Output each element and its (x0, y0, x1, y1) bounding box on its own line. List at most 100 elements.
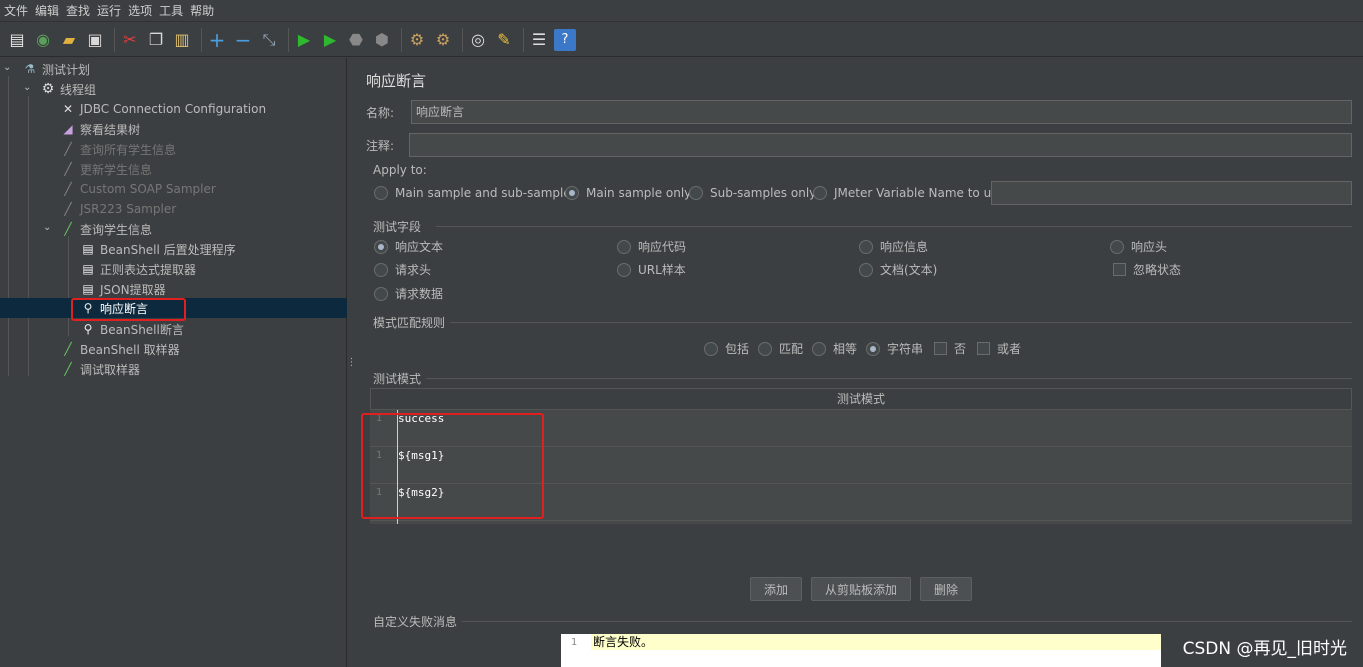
shutdown-icon[interactable]: ⬢ (371, 29, 393, 51)
radio-label: 请求头 (395, 263, 432, 277)
clear-all-icon[interactable]: ⚙ (432, 29, 454, 51)
field-request-headers-radio[interactable]: 请求头 (374, 261, 431, 278)
chevron-down-icon[interactable]: ⌄ (3, 62, 11, 73)
radio-label: 相等 (833, 342, 858, 356)
drag-handle-icon: ⋮ (346, 356, 357, 368)
function-helper-icon[interactable]: ☰ (528, 29, 550, 51)
tree-label: 测试计划 (42, 62, 91, 77)
field-url-sample-radio[interactable]: URL样本 (617, 261, 686, 278)
chevron-down-icon[interactable]: ⌄ (43, 222, 51, 233)
failure-message-editor[interactable]: 1 断言失败。 (561, 634, 1161, 667)
magnifier-icon: ⚲ (83, 322, 93, 336)
rule-or-checkbox[interactable]: 或者 (977, 340, 1021, 357)
tree-node-beanshell-postprocessor[interactable]: ▤ BeanShell 后置处理程序 (80, 239, 235, 259)
radio-label: 请求数据 (395, 287, 444, 301)
start-no-pause-icon[interactable]: ▶ (319, 29, 341, 51)
tree-node-jdbc-config[interactable]: ✕ JDBC Connection Configuration (60, 99, 266, 119)
new-icon[interactable]: ▤ (6, 29, 28, 51)
panel-splitter[interactable]: ⋮ (346, 58, 357, 667)
tree-node-regex-extractor[interactable]: ▤ 正则表达式提取器 (80, 259, 196, 279)
ignore-status-checkbox[interactable]: 忽略状态 (1113, 261, 1181, 278)
group-divider (450, 322, 1352, 323)
cut-icon[interactable]: ✂ (119, 29, 141, 51)
field-response-headers-radio[interactable]: 响应头 (1110, 238, 1167, 255)
rule-contains-radio[interactable]: 包括 (704, 340, 749, 357)
open-icon[interactable]: ▰ (58, 29, 80, 51)
tree-node-thread-group[interactable]: ⚙ 线程组 (40, 79, 96, 99)
menu-tools[interactable]: 工具 (159, 2, 183, 19)
reset-search-icon[interactable]: ✎ (493, 29, 515, 51)
tree-node-update-student[interactable]: ╱ 更新学生信息 (60, 159, 152, 179)
radio-circle (758, 341, 772, 356)
comment-field[interactable] (409, 133, 1352, 157)
tree-node-custom-soap-sampler[interactable]: ╱ Custom SOAP Sampler (60, 179, 215, 199)
chevron-down-icon[interactable]: ⌄ (23, 82, 31, 93)
field-request-data-radio[interactable]: 请求数据 (374, 285, 443, 302)
stop-icon[interactable]: ⬣ (345, 29, 367, 51)
patterns-table-header[interactable]: 测试模式 (370, 388, 1352, 410)
tree-node-beanshell-sampler[interactable]: ╱ BeanShell 取样器 (60, 339, 179, 359)
radio-label: 响应文本 (395, 240, 444, 254)
menu-options[interactable]: 选项 (128, 2, 152, 19)
delete-button[interactable]: 删除 (920, 577, 972, 601)
name-label: 名称: (366, 106, 395, 120)
start-icon[interactable]: ▶ (293, 29, 315, 51)
toggle-icon[interactable]: ⤡ (258, 29, 280, 51)
tree-node-test-plan[interactable]: ⚗ 测试计划 (22, 59, 90, 79)
tree-node-jsr223-sampler[interactable]: ╱ JSR223 Sampler (60, 199, 176, 219)
menu-help[interactable]: 帮助 (190, 2, 214, 19)
paste-icon[interactable]: ▥ (171, 29, 193, 51)
radio-circle (617, 262, 631, 277)
highlight-box-tree-selection (71, 298, 186, 321)
tree-label: JSON提取器 (100, 282, 166, 297)
match-rules-title: 模式匹配规则 (373, 316, 446, 330)
templates-icon[interactable]: ◉ (32, 29, 54, 51)
add-from-clipboard-button[interactable]: 从剪贴板添加 (811, 577, 911, 601)
variable-name-field[interactable] (991, 181, 1352, 205)
field-response-text-radio[interactable]: 响应文本 (374, 238, 443, 255)
field-document-radio[interactable]: 文档(文本) (859, 261, 937, 278)
name-field[interactable]: 响应断言 (411, 100, 1352, 124)
comment-label: 注释: (366, 139, 395, 153)
collapse-icon[interactable]: − (232, 28, 254, 52)
apply-sub-only-radio[interactable]: Sub-samples only (689, 186, 816, 200)
menu-file[interactable]: 文件 (4, 2, 28, 19)
radio-circle (866, 341, 880, 356)
radio-circle (704, 341, 718, 356)
help-icon[interactable]: ? (554, 28, 576, 51)
apply-main-and-sub-radio[interactable]: Main sample and sub-samples (374, 186, 577, 200)
menu-run[interactable]: 运行 (97, 2, 121, 19)
save-icon[interactable]: ▣ (84, 29, 106, 51)
tree-node-json-extractor[interactable]: ▤ JSON提取器 (80, 279, 166, 299)
field-response-message-radio[interactable]: 响应信息 (859, 238, 928, 255)
radio-circle (374, 186, 388, 200)
field-response-code-radio[interactable]: 响应代码 (617, 238, 686, 255)
rule-not-checkbox[interactable]: 否 (934, 340, 966, 357)
checkbox-box (934, 342, 947, 355)
tree-node-query-student[interactable]: ╱ 查询学生信息 (60, 219, 152, 239)
group-divider (426, 378, 1352, 379)
tree-node-beanshell-assertion[interactable]: ⚲ BeanShell断言 (80, 319, 184, 339)
apply-variable-radio[interactable]: JMeter Variable Name to use (813, 186, 1005, 200)
search-icon[interactable]: ◎ (467, 29, 489, 51)
copy-icon[interactable]: ❐ (145, 29, 167, 51)
add-button[interactable]: 添加 (750, 577, 802, 601)
rule-matches-radio[interactable]: 匹配 (758, 340, 803, 357)
clear-icon[interactable]: ⚙ (406, 29, 428, 51)
rule-equals-radio[interactable]: 相等 (812, 340, 857, 357)
expand-icon[interactable]: + (206, 28, 228, 52)
tree-node-view-results-tree[interactable]: ◢ 察看结果树 (60, 119, 140, 139)
tree-node-debug-sampler[interactable]: ╱ 调试取样器 (60, 359, 140, 379)
radio-label: 匹配 (779, 342, 804, 356)
radio-circle (859, 239, 873, 254)
radio-circle (859, 262, 873, 277)
document-icon: ▤ (82, 282, 94, 296)
apply-main-only-radio[interactable]: Main sample only (565, 186, 691, 200)
patterns-title: 测试模式 (373, 372, 422, 386)
tree-node-query-all-students[interactable]: ╱ 查询所有学生信息 (60, 139, 176, 159)
failure-message-text: 断言失败。 (591, 634, 1161, 650)
rule-substring-radio[interactable]: 字符串 (866, 340, 923, 357)
menu-edit[interactable]: 编辑 (35, 2, 59, 19)
chart-icon: ◢ (63, 122, 73, 136)
menu-search[interactable]: 查找 (66, 2, 90, 19)
